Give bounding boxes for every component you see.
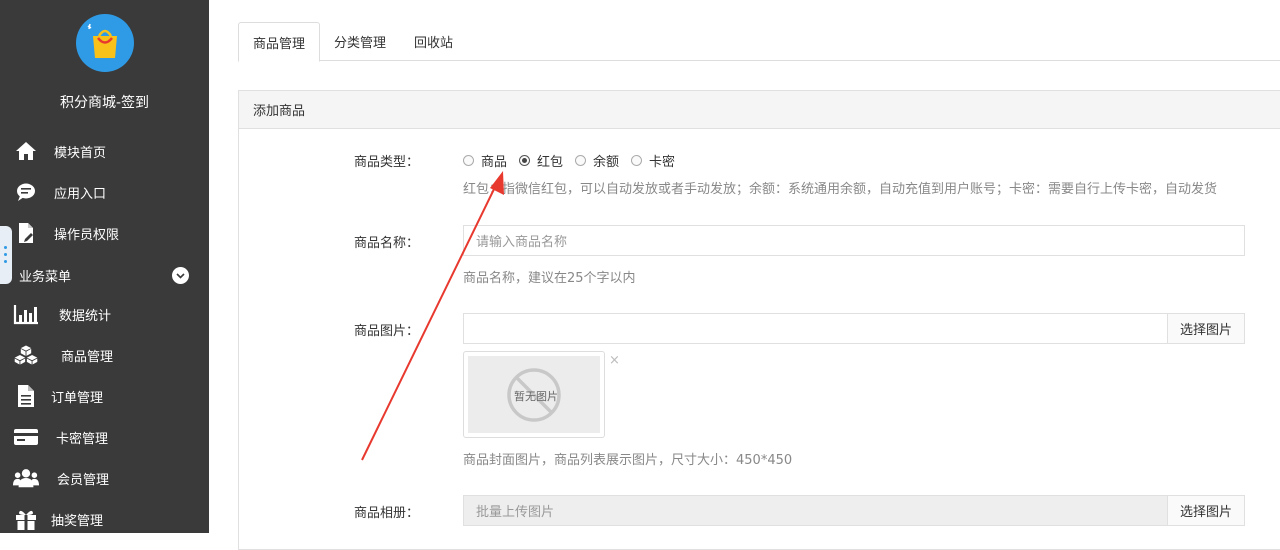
radio-label: 余额 (593, 155, 620, 170)
radio-card-code[interactable]: 卡密 (631, 151, 675, 170)
radio-red-packet[interactable]: 红包 (519, 151, 563, 170)
tab-goods-management[interactable]: 商品管理 (238, 22, 321, 62)
radio-label: 卡密 (649, 155, 676, 170)
tab-bar: 商品管理 分类管理 回收站 (238, 22, 1280, 62)
radio-balance[interactable]: 余额 (575, 151, 619, 170)
nav-item-label: 操作员权限 (54, 227, 120, 243)
main-content: 商品管理 分类管理 回收站 添加商品 商品类型： 商品 红包 余额 卡密 红包：… (209, 0, 1280, 550)
select-album-button[interactable]: 选择图片 (1167, 495, 1245, 526)
nav-item-statistics[interactable]: 数据统计 (0, 296, 209, 332)
bar-chart-icon (13, 301, 39, 327)
nav-item-members[interactable]: 会员管理 (0, 460, 209, 496)
goods-album-input[interactable]: 批量上传图片 (463, 495, 1168, 526)
nav-item-label: 会员管理 (57, 472, 110, 488)
radio-dot (575, 155, 587, 166)
users-icon (13, 465, 39, 491)
app-title: 积分商城-签到 (59, 95, 150, 111)
chevron-down-icon (172, 267, 189, 284)
nav-item-orders[interactable]: 订单管理 (0, 378, 209, 414)
goods-name-input[interactable]: 请输入商品名称 (463, 225, 1245, 256)
nav-item-label: 抽奖管理 (51, 513, 104, 529)
goods-image-input[interactable] (463, 313, 1168, 344)
nav-item-card-codes[interactable]: 卡密管理 (0, 419, 209, 455)
nav-item-label: 模块首页 (54, 145, 107, 161)
app-logo (76, 14, 134, 72)
goods-type-help: 红包：指微信红包，可以自动发放或者手动发放；余额：系统通用余额，自动充值到用户账… (463, 182, 1218, 197)
nav-item-label: 卡密管理 (56, 431, 109, 447)
no-image-text: 暂无图片 (514, 390, 558, 403)
business-menu-header[interactable]: 业务菜单 (0, 262, 209, 288)
radio-dot-checked (519, 155, 531, 166)
nav-item-lottery[interactable]: 抽奖管理 (0, 501, 209, 537)
image-thumbnail: 暂无图片 (463, 351, 605, 438)
nav-item-label: 应用入口 (54, 186, 107, 202)
no-image-placeholder: 暂无图片 (468, 356, 600, 433)
tab-category-management[interactable]: 分类管理 (320, 22, 400, 61)
select-image-button[interactable]: 选择图片 (1167, 313, 1245, 344)
add-goods-panel: 添加商品 商品类型： 商品 红包 余额 卡密 红包：指微信红包，可以自动发放或者… (238, 90, 1280, 550)
close-icon[interactable]: × (609, 353, 620, 368)
radio-dot (463, 155, 474, 166)
nav-item-module-home[interactable]: 模块首页 (0, 133, 209, 169)
home-icon (13, 138, 39, 164)
nav-item-label: 商品管理 (61, 349, 114, 365)
panel-title: 添加商品 (239, 91, 1280, 129)
boxes-icon (13, 342, 39, 368)
sidebar: 积分商城-签到 模块首页 应用入口 操作员权限 业务菜单 数据统计 商品管理 订… (0, 0, 209, 533)
goods-type-radio-group: 商品 红包 余额 卡密 (463, 151, 687, 170)
file-icon (13, 383, 39, 409)
tab-recycle-bin[interactable]: 回收站 (400, 22, 467, 61)
nav-item-label: 订单管理 (51, 390, 104, 406)
goods-album-label: 商品相册： (353, 506, 419, 521)
goods-name-label: 商品名称： (353, 236, 419, 251)
nav-item-label: 数据统计 (59, 308, 112, 324)
chat-icon (13, 179, 39, 205)
document-icon (13, 220, 39, 246)
nav-item-app-entry[interactable]: 应用入口 (0, 174, 209, 210)
goods-image-label: 商品图片： (353, 324, 419, 339)
section-label: 业务菜单 (19, 269, 72, 285)
goods-type-label: 商品类型： (353, 155, 419, 170)
goods-image-help: 商品封面图片，商品列表展示图片，尺寸大小：450*450 (463, 453, 793, 468)
gift-icon (13, 506, 39, 532)
goods-name-help: 商品名称，建议在25个字以内 (463, 271, 636, 286)
nav-item-operator-permissions[interactable]: 操作员权限 (0, 215, 209, 251)
radio-label: 商品 (481, 155, 508, 170)
radio-goods[interactable]: 商品 (463, 151, 507, 170)
radio-dot (631, 155, 643, 166)
radio-label: 红包 (537, 155, 564, 170)
card-icon (13, 424, 39, 450)
nav-item-goods-management[interactable]: 商品管理 (0, 337, 209, 373)
